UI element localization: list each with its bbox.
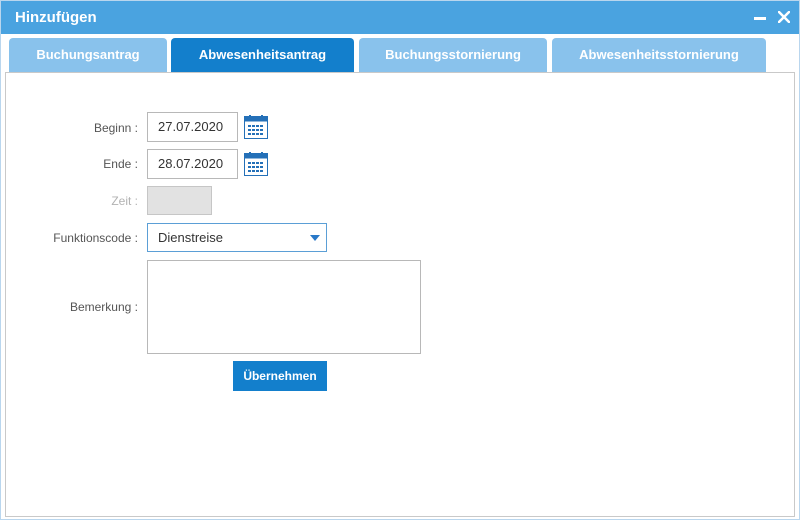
- function-code-select[interactable]: Dienstreise: [147, 223, 327, 252]
- begin-label: Beginn :: [93, 121, 138, 135]
- end-date-input[interactable]: 28.07.2020: [147, 149, 238, 179]
- function-code-label: Funktionscode :: [53, 231, 138, 245]
- tab-buchungsstornierung[interactable]: Buchungsstornierung: [359, 38, 547, 72]
- begin-calendar-button[interactable]: [244, 115, 268, 139]
- end-calendar-button[interactable]: [244, 152, 268, 176]
- close-button[interactable]: [774, 7, 794, 27]
- dialog-title: Hinzufügen: [15, 9, 97, 26]
- minimize-button[interactable]: [750, 7, 770, 27]
- dropdown-arrow-icon: [310, 235, 320, 241]
- tab-buchungsantrag[interactable]: Buchungsantrag: [9, 38, 167, 72]
- calendar-icon: [244, 115, 268, 139]
- remark-textarea[interactable]: [147, 260, 421, 354]
- tab-bar: Buchungsantrag Abwesenheitsantrag Buchun…: [1, 34, 799, 72]
- begin-date-input[interactable]: 27.07.2020: [147, 112, 238, 142]
- calendar-icon: [244, 152, 268, 176]
- close-icon: [778, 11, 790, 23]
- time-label: Zeit :: [111, 194, 138, 208]
- tab-abwesenheitsstornierung[interactable]: Abwesenheitsstornierung: [552, 38, 766, 72]
- title-bar: Hinzufügen: [1, 1, 799, 34]
- time-input: [147, 186, 212, 215]
- minimize-icon: [754, 17, 766, 20]
- end-label: Ende :: [103, 157, 138, 171]
- function-code-value: Dienstreise: [158, 230, 224, 245]
- remark-label: Bemerkung :: [69, 300, 138, 314]
- submit-button[interactable]: Übernehmen: [233, 361, 327, 391]
- add-dialog: Hinzufügen Buchungsantrag Abwesenheitsan…: [0, 0, 800, 520]
- tab-abwesenheitsantrag[interactable]: Abwesenheitsantrag: [171, 38, 354, 72]
- form-panel: Beginn : 27.07.2020 Ende : 28.07.2020 Ze…: [5, 72, 795, 517]
